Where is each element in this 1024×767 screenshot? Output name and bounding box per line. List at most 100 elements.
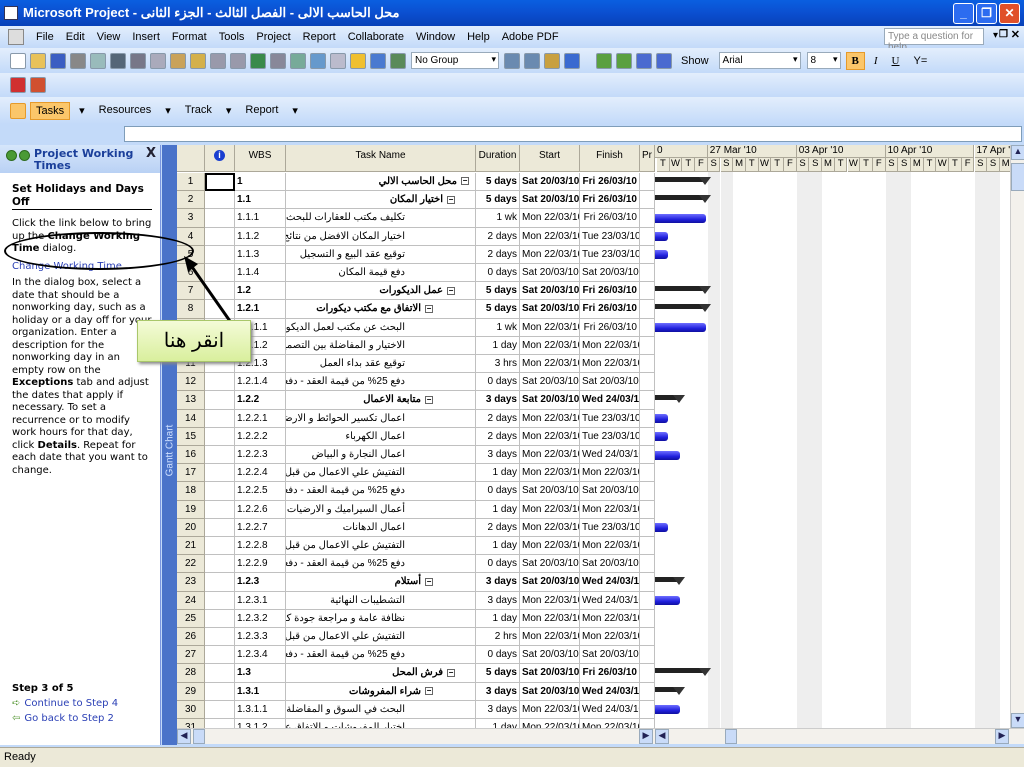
- task-name-cell[interactable]: اختيار المفروشات و الاتفاق عليها: [286, 719, 476, 728]
- task-name-cell[interactable]: دفع 25% من قيمة العقد - دفعة ثانية: [286, 482, 476, 501]
- indicator-cell[interactable]: [205, 191, 235, 210]
- summary-bar[interactable]: [655, 577, 686, 586]
- table-row[interactable]: 17 1.2.2.4التفتيش علي الاعمال من قبل الما…: [177, 464, 655, 483]
- start-cell[interactable]: Mon 22/03/10: [520, 628, 580, 647]
- guide-tasks[interactable]: Tasks: [30, 101, 71, 120]
- task-bar[interactable]: [655, 705, 681, 715]
- predecessors-cell[interactable]: [640, 446, 655, 465]
- row-number[interactable]: 13: [177, 391, 205, 410]
- italic-button[interactable]: I: [869, 53, 883, 69]
- table-row[interactable]: 16 1.2.2.3 اعمال النجارة و البياض 3 days Mon…: [177, 446, 655, 465]
- finish-cell[interactable]: Tue 23/03/10: [580, 245, 640, 264]
- finish-cell[interactable]: Fri 26/03/10: [580, 300, 640, 319]
- indicator-cell[interactable]: [205, 227, 235, 246]
- table-row[interactable]: 19 1.2.2.6 أعمال السيراميك و الارضيات 1 day…: [177, 500, 655, 519]
- task-bar[interactable]: [655, 414, 668, 424]
- finish-cell[interactable]: Wed 24/03/10: [580, 391, 640, 410]
- start-cell[interactable]: Sat 20/03/10: [520, 555, 580, 574]
- task-name-cell[interactable]: التفتيش علي الاعمال من قبل المالك: [286, 537, 476, 556]
- indicator-cell[interactable]: [205, 591, 235, 610]
- guide-track[interactable]: Track: [180, 102, 217, 120]
- wbs-cell[interactable]: 1.2.1: [235, 300, 286, 319]
- start-cell[interactable]: Sat 20/03/10: [520, 573, 580, 592]
- wbs-cell[interactable]: 1.1.4: [235, 264, 286, 283]
- duration-cell[interactable]: 3 days: [476, 591, 520, 610]
- start-cell[interactable]: Mon 22/03/10: [520, 537, 580, 556]
- finish-cell[interactable]: Mon 22/03/10: [580, 500, 640, 519]
- collapse-icon[interactable]: −: [425, 395, 433, 404]
- predecessors-cell[interactable]: [640, 191, 655, 210]
- table-row[interactable]: 15 1.2.2.2 اعمال الكهرباء 2 days Mon 22/03/1…: [177, 427, 655, 446]
- duration-cell[interactable]: 1 day: [476, 500, 520, 519]
- redo-icon[interactable]: [230, 52, 246, 69]
- task-name-cell[interactable]: تكليف مكتب للعقارات للبحث: [286, 209, 476, 228]
- predecessors-cell[interactable]: [640, 409, 655, 428]
- gantt-horizontal-scrollbar[interactable]: ◀ ▶: [655, 728, 1024, 744]
- predecessors-cell[interactable]: [640, 609, 655, 628]
- wbs-header[interactable]: WBS: [235, 145, 286, 172]
- wbs-cell[interactable]: 1.1: [235, 191, 286, 210]
- task-name-cell[interactable]: دفع قيمة المكان: [286, 264, 476, 283]
- wbs-cell[interactable]: 1.2.3.1: [235, 591, 286, 610]
- table-row[interactable]: 21 1.2.2.8التفتيش علي الاعمال من قبل الما…: [177, 537, 655, 556]
- menu-tools[interactable]: Tools: [219, 31, 245, 43]
- duration-cell[interactable]: 2 hrs: [476, 628, 520, 647]
- row-number[interactable]: 12: [177, 373, 205, 392]
- wbs-cell[interactable]: 1.2.2.5: [235, 482, 286, 501]
- task-info-icon[interactable]: [330, 52, 346, 69]
- task-name-cell[interactable]: نظافة عامة و مراجعة جودة كافة الاعمال: [286, 609, 476, 628]
- indicator-cell[interactable]: [205, 173, 235, 192]
- duration-cell[interactable]: 1 day: [476, 336, 520, 355]
- scroll-thumb[interactable]: [1011, 163, 1024, 191]
- row-number[interactable]: 17: [177, 464, 205, 483]
- wbs-cell[interactable]: 1.2.2.1: [235, 409, 286, 428]
- row-number[interactable]: 21: [177, 537, 205, 556]
- duration-cell[interactable]: 5 days: [476, 664, 520, 683]
- row-number[interactable]: 30: [177, 700, 205, 719]
- task-name-cell[interactable]: اعمال تكسير الحوائط و الارضيات: [286, 409, 476, 428]
- wbs-cell[interactable]: 1.2.3.4: [235, 646, 286, 665]
- summary-bar[interactable]: [655, 286, 711, 295]
- predecessors-cell[interactable]: [640, 719, 655, 728]
- indicator-cell[interactable]: [205, 664, 235, 683]
- start-cell[interactable]: Sat 20/03/10: [520, 482, 580, 501]
- task-name-cell[interactable]: البحث في السوق و المفاضلة بين المفروشا: [286, 700, 476, 719]
- show-button[interactable]: Show: [676, 53, 714, 69]
- task-bar[interactable]: [655, 323, 706, 333]
- menu-window[interactable]: Window: [416, 31, 455, 43]
- entry-field[interactable]: [124, 126, 1022, 142]
- undo-icon[interactable]: [210, 52, 226, 69]
- task-name-cell[interactable]: −شراء المفروشات: [286, 682, 476, 701]
- collapse-icon[interactable]: −: [461, 177, 469, 186]
- row-number[interactable]: 3: [177, 209, 205, 228]
- wbs-cell[interactable]: 1.2.2.6: [235, 500, 286, 519]
- finish-cell[interactable]: Sat 20/03/10: [580, 373, 640, 392]
- finish-cell[interactable]: Wed 24/03/10: [580, 591, 640, 610]
- finish-cell[interactable]: Tue 23/03/10: [580, 227, 640, 246]
- summary-bar[interactable]: [655, 195, 711, 204]
- indicator-cell[interactable]: [205, 537, 235, 556]
- start-cell[interactable]: Mon 22/03/10: [520, 591, 580, 610]
- back-step-link[interactable]: Go back to Step 2: [24, 713, 114, 724]
- wbs-cell[interactable]: 1.2.2: [235, 391, 286, 410]
- restore-doc-icon[interactable]: ❐: [999, 29, 1008, 40]
- indicator-cell[interactable]: [205, 628, 235, 647]
- guide-report[interactable]: Report: [240, 102, 283, 120]
- start-cell[interactable]: Sat 20/03/10: [520, 373, 580, 392]
- row-number[interactable]: 20: [177, 518, 205, 537]
- indicator-cell[interactable]: [205, 719, 235, 728]
- indicator-cell[interactable]: [205, 427, 235, 446]
- spelling-icon[interactable]: [110, 52, 126, 69]
- duration-cell[interactable]: 1 wk: [476, 209, 520, 228]
- predecessors-cell[interactable]: [640, 591, 655, 610]
- assign-resources-icon[interactable]: [370, 52, 386, 69]
- forward-icon[interactable]: [19, 150, 30, 161]
- menu-edit[interactable]: Edit: [66, 31, 85, 43]
- predecessors-cell[interactable]: [640, 482, 655, 501]
- vertical-scrollbar[interactable]: ▲ ▼: [1010, 145, 1024, 728]
- task-name-cell[interactable]: توقيع عقد البيع و التسجيل: [286, 245, 476, 264]
- close-doc-icon[interactable]: ✕: [1011, 28, 1020, 41]
- finish-cell[interactable]: Fri 26/03/10: [580, 209, 640, 228]
- task-name-cell[interactable]: اعمال الدهانات: [286, 518, 476, 537]
- finish-header[interactable]: Finish: [580, 145, 640, 172]
